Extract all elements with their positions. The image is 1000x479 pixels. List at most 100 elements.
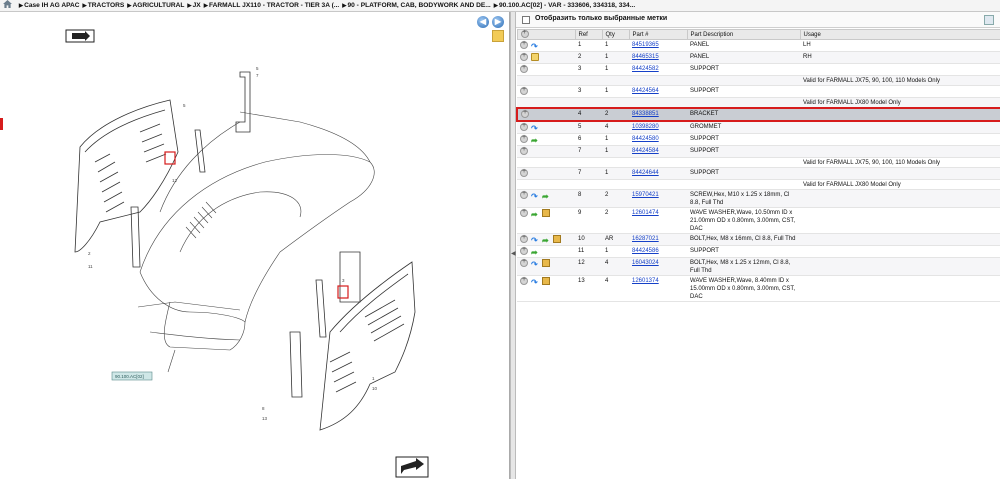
part-number-link[interactable]: 16043024 bbox=[632, 260, 659, 266]
part-number-link[interactable]: 84424564 bbox=[632, 88, 659, 94]
alternate-arrow-icon[interactable]: ➦ bbox=[542, 193, 550, 201]
expand-all-icon[interactable] bbox=[520, 29, 529, 38]
replacement-arrow-icon[interactable]: ↷ bbox=[531, 237, 539, 245]
expand-icon[interactable] bbox=[520, 122, 528, 131]
table-row[interactable]: 2184465315 PANELRH bbox=[517, 51, 1000, 64]
breadcrumb: ▶Case IH AG APAC ▶TRACTORS ▶AGRICULTURAL ▶J… bbox=[0, 0, 1000, 12]
expand-icon[interactable] bbox=[520, 40, 528, 49]
usage-note-row[interactable]: Valid for FARMALL JX75, 90, 100, 110 Mod… bbox=[517, 157, 1000, 168]
part-number-link[interactable]: 12601374 bbox=[632, 278, 659, 284]
table-row[interactable]: ➦ 6184424580 SUPPORT bbox=[517, 133, 1000, 146]
callout-number: 11 bbox=[88, 264, 93, 269]
ref-cell: 10 bbox=[575, 233, 602, 246]
qty-cell: 1 bbox=[602, 63, 629, 76]
part-number-link[interactable]: 16287021 bbox=[632, 236, 659, 242]
table-row[interactable]: ↷ 5410398280 GROMMET bbox=[517, 121, 1000, 134]
table-row[interactable]: ↷➦10AR16287021BOLT,Hex, M8 x 16mm, Cl 8.… bbox=[517, 233, 1000, 246]
row-icons bbox=[517, 85, 575, 98]
expand-icon[interactable] bbox=[520, 190, 528, 199]
replacement-arrow-icon[interactable]: ↷ bbox=[531, 125, 539, 133]
table-row[interactable]: ➦11184424586SUPPORT bbox=[517, 245, 1000, 258]
table-row[interactable]: 3184424582 SUPPORT bbox=[517, 63, 1000, 76]
breadcrumb-item[interactable]: 90.100.AC[02] - VAR - 333606, 334318, 33… bbox=[499, 2, 635, 9]
breadcrumb-item[interactable]: JX bbox=[193, 2, 201, 9]
breadcrumb-item[interactable]: FARMALL JX110 - TRACTOR - TIER 3A (... bbox=[209, 2, 339, 9]
column-header[interactable]: Part Description bbox=[686, 29, 801, 40]
part-number-link[interactable]: 15970421 bbox=[632, 192, 659, 198]
expand-icon[interactable] bbox=[520, 52, 528, 61]
breadcrumb-item[interactable]: TRACTORS bbox=[88, 2, 125, 9]
table-row[interactable]: 7184424584 SUPPORT bbox=[517, 145, 1000, 158]
usage-cell bbox=[800, 207, 1000, 234]
alternate-arrow-icon[interactable]: ➦ bbox=[531, 249, 539, 257]
callout-number: 5 bbox=[183, 103, 186, 108]
usage-note-row[interactable]: Valid for FARMALL JX80 Model Only bbox=[517, 179, 1000, 190]
table-row[interactable]: ➦ 9212601474 WAVE WASHER,Wave, 10.50mm ID … bbox=[517, 207, 1000, 234]
expand-icon[interactable] bbox=[520, 208, 528, 217]
kit-box-icon[interactable] bbox=[542, 259, 550, 267]
breadcrumb-item[interactable]: 90 - PLATFORM, CAB, BODYWORK AND DE... bbox=[348, 2, 491, 9]
kit-box-icon[interactable] bbox=[542, 277, 550, 285]
description-cell: GROMMET bbox=[687, 121, 800, 134]
part-number-link[interactable]: 84424586 bbox=[632, 248, 659, 254]
replacement-arrow-icon[interactable]: ↷ bbox=[531, 261, 539, 269]
kit-box-icon[interactable] bbox=[542, 209, 550, 217]
folder-icon[interactable] bbox=[531, 53, 539, 61]
replacement-arrow-icon[interactable]: ↷ bbox=[531, 43, 539, 51]
breadcrumb-item[interactable]: Case IH AG APAC bbox=[24, 2, 79, 9]
table-row[interactable]: 3184424564 SUPPORT bbox=[517, 85, 1000, 98]
expand-icon[interactable] bbox=[520, 246, 528, 255]
replacement-arrow-icon[interactable]: ↷ bbox=[531, 193, 539, 201]
splitter-grip-icon[interactable]: ◀ bbox=[511, 248, 516, 260]
part-number-link[interactable]: 84424580 bbox=[632, 136, 659, 142]
expand-icon[interactable] bbox=[520, 258, 528, 267]
expand-icon[interactable] bbox=[520, 168, 528, 177]
expand-icon[interactable] bbox=[521, 110, 529, 118]
next-page-arrow-icon[interactable] bbox=[395, 456, 429, 478]
expand-icon[interactable] bbox=[520, 86, 528, 95]
column-header[interactable]: Part # bbox=[628, 29, 688, 40]
home-icon[interactable] bbox=[3, 0, 12, 8]
part-number-link[interactable]: 84519365 bbox=[632, 42, 659, 48]
expand-icon[interactable] bbox=[520, 146, 528, 155]
part-number-link[interactable]: 84424582 bbox=[632, 66, 659, 72]
breadcrumb-item[interactable]: AGRICULTURAL bbox=[133, 2, 185, 9]
part-number-link[interactable]: 84338851 bbox=[632, 111, 659, 117]
alternate-arrow-icon[interactable]: ➦ bbox=[531, 211, 539, 219]
table-row[interactable]: 7184424644 SUPPORT bbox=[517, 167, 1000, 180]
table-row[interactable]: ↷➦8215970421SCREW,Hex, M10 x 1.25 x 18mm… bbox=[517, 189, 1000, 208]
table-row[interactable]: ↷1184519365PANELLH bbox=[517, 39, 1000, 52]
ref-cell bbox=[575, 97, 602, 109]
expand-icon[interactable] bbox=[520, 134, 528, 143]
breadcrumb-separator-icon: ▶ bbox=[203, 3, 208, 9]
expand-icon[interactable] bbox=[520, 234, 528, 243]
usage-note-row[interactable]: Valid for FARMALL JX80 Model Only bbox=[517, 97, 1000, 109]
expand-icon[interactable] bbox=[520, 276, 528, 285]
part-number-link[interactable]: 84424584 bbox=[632, 148, 659, 154]
column-header[interactable]: Ref bbox=[574, 29, 603, 40]
table-settings-icon[interactable] bbox=[984, 15, 994, 25]
callout-highlight[interactable] bbox=[337, 285, 349, 299]
part-number-link[interactable]: 10398280 bbox=[632, 124, 659, 130]
alternate-arrow-icon[interactable]: ➦ bbox=[542, 237, 550, 245]
usage-cell bbox=[800, 245, 1000, 258]
table-row[interactable]: ↷ 13412601374 WAVE WASHER,Wave, 8.40mm ID … bbox=[517, 275, 1000, 302]
usage-cell: Valid for FARMALL JX80 Model Only bbox=[800, 179, 1000, 190]
column-header[interactable]: Usage bbox=[799, 29, 1000, 40]
column-header[interactable]: Qty bbox=[601, 29, 630, 40]
show-selected-only-checkbox[interactable] bbox=[522, 16, 530, 24]
description-cell: SCREW,Hex, M10 x 1.25 x 18mm, Cl 8.8, Fu… bbox=[687, 189, 800, 208]
part-number-link[interactable]: 12601474 bbox=[632, 210, 659, 216]
part-number-link[interactable]: 84465315 bbox=[632, 54, 659, 60]
table-row[interactable]: ↷ 12416043024 BOLT,Hex, M8 x 1.25 x 12mm, … bbox=[517, 257, 1000, 276]
part-number-link[interactable]: 84424644 bbox=[632, 170, 659, 176]
usage-note-row[interactable]: Valid for FARMALL JX75, 90, 100, 110 Mod… bbox=[517, 75, 1000, 86]
table-row[interactable]: 4284338851 BRACKET bbox=[516, 107, 1000, 122]
expand-icon[interactable] bbox=[520, 64, 528, 73]
kit-box-icon[interactable] bbox=[553, 235, 561, 243]
replacement-arrow-icon[interactable]: ↷ bbox=[531, 279, 539, 287]
header-expand-all[interactable] bbox=[516, 29, 576, 40]
qty-cell bbox=[602, 157, 629, 168]
callout-number: 10 bbox=[372, 386, 378, 391]
alternate-arrow-icon[interactable]: ➦ bbox=[531, 137, 539, 145]
